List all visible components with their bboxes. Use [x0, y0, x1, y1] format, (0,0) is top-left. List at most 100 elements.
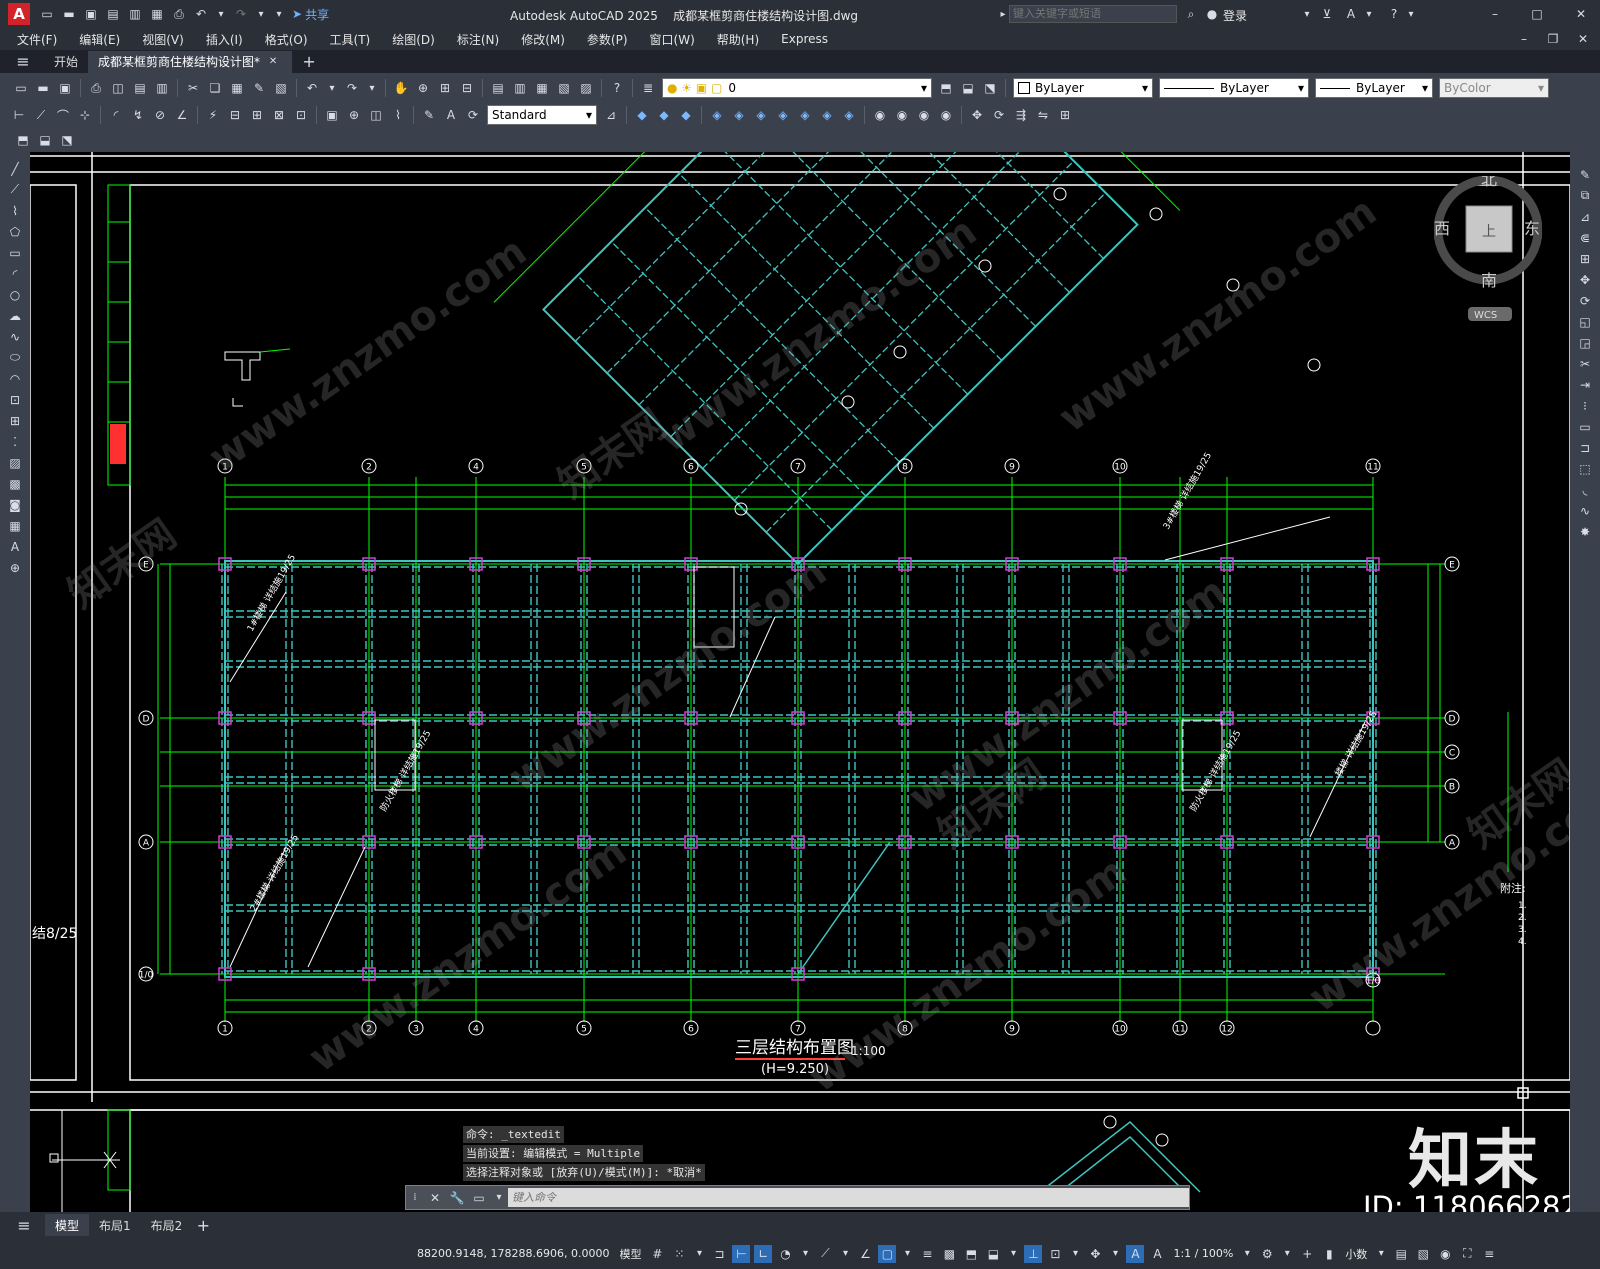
preview-icon[interactable]: ◫ [109, 79, 127, 97]
move-icon[interactable]: ✥ [1576, 270, 1594, 289]
login-button[interactable]: 登录 [1223, 7, 1247, 24]
tab-close-icon[interactable]: ✕ [266, 53, 280, 71]
help-icon[interactable]: ? [1385, 5, 1403, 23]
units-value[interactable]: 小数 [1345, 1246, 1367, 1262]
polar-dropdown-icon[interactable]: ▾ [798, 1245, 812, 1263]
mtext-icon[interactable]: A [6, 537, 24, 556]
doc-close-icon[interactable]: ✕ [1574, 30, 1592, 48]
layer-states-icon[interactable]: ▥ [153, 79, 171, 97]
chamfer-icon[interactable]: ⬚ [1576, 459, 1594, 478]
isolate-objects-icon[interactable]: ◉ [1436, 1245, 1454, 1263]
ellipse-arc-icon[interactable]: ◠ [6, 369, 24, 388]
transparency-icon[interactable]: ▩ [940, 1245, 958, 1263]
table-icon[interactable]: ▦ [6, 516, 24, 535]
trim-icon[interactable]: ✂ [1576, 354, 1594, 373]
dim-angular-icon[interactable]: ∠ [173, 106, 191, 124]
blend-icon[interactable]: ∿ [1576, 501, 1594, 520]
rotate-icon[interactable]: ⟳ [1576, 291, 1594, 310]
dim-ordinate-icon[interactable]: ⊹ [76, 106, 94, 124]
dim-edit-icon[interactable]: ✎ [420, 106, 438, 124]
menu-express[interactable]: Express [781, 32, 828, 46]
add-selected-icon[interactable]: ⊕ [6, 558, 24, 577]
erase-icon[interactable]: ✎ [1576, 165, 1594, 184]
snap-dropdown-icon[interactable]: ▾ [692, 1245, 706, 1263]
pan-icon[interactable]: ✋ [392, 79, 410, 97]
make-current-icon[interactable]: ⬒ [937, 79, 955, 97]
model-space-button[interactable]: 模型 [619, 1246, 641, 1262]
modeling-extrude-icon[interactable]: ◈ [708, 106, 726, 124]
dim-jogged-icon[interactable]: ↯ [129, 106, 147, 124]
gizmo-icon[interactable]: ✥ [1086, 1245, 1104, 1263]
point-icon[interactable]: ⁚ [6, 432, 24, 451]
arc-icon[interactable]: ◜ [6, 264, 24, 283]
polygon-icon[interactable]: ⬠ [6, 222, 24, 241]
rotate3d-icon[interactable]: ⟳ [990, 106, 1008, 124]
line-icon[interactable]: ╱ [6, 159, 24, 178]
grid-icon[interactable]: # [648, 1245, 666, 1263]
zoom-window-icon[interactable]: ⊞ [436, 79, 454, 97]
rectangle-icon[interactable]: ▭ [6, 243, 24, 262]
explode-icon[interactable]: ✸ [1576, 522, 1594, 541]
qat-customize-icon[interactable]: ▾ [272, 5, 286, 23]
inspection-icon[interactable]: ◫ [367, 106, 385, 124]
modeling-subtract-icon[interactable]: ◈ [840, 106, 858, 124]
stretch-icon[interactable]: ◲ [1576, 333, 1594, 352]
workspace-switch-icon[interactable]: ⚙ [1258, 1245, 1276, 1263]
center-mark-icon[interactable]: ⊕ [345, 106, 363, 124]
annotation-visibility-icon[interactable]: A [1126, 1244, 1145, 1263]
drawing-canvas[interactable]: 结8/25 1#楼梯 详结施19/25 2#楼梯 详结施19/25 3#楼梯 详结施… [30, 152, 1570, 1212]
menu-tools[interactable]: 工具(T) [330, 31, 371, 48]
scale-icon[interactable]: ◱ [1576, 312, 1594, 331]
make-block-icon[interactable]: ⊞ [6, 411, 24, 430]
markup-icon[interactable]: ▨ [577, 79, 595, 97]
dim-diameter-icon[interactable]: ⊘ [151, 106, 169, 124]
insert-block-icon[interactable]: ⊡ [6, 390, 24, 409]
undo-list-icon[interactable]: ▾ [325, 79, 339, 97]
menu-file[interactable]: 文件(F) [17, 31, 57, 48]
lineweight-toggle-icon[interactable]: ≡ [918, 1245, 936, 1263]
fillet-icon[interactable]: ◟ [1576, 480, 1594, 499]
maximize-icon[interactable]: □ [1528, 5, 1546, 23]
open-folder-icon[interactable]: ▬ [60, 5, 78, 23]
menu-parametric[interactable]: 参数(P) [587, 31, 628, 48]
tab-start[interactable]: 开始 [44, 51, 88, 73]
menu-format[interactable]: 格式(O) [265, 31, 308, 48]
add-layout-icon[interactable]: + [194, 1216, 212, 1235]
dim-text-edit-icon[interactable]: A [442, 106, 460, 124]
linetype-dropdown[interactable]: ByLayer ▾ [1159, 78, 1309, 98]
lock-ui-icon[interactable]: ▧ [1414, 1245, 1432, 1263]
menu-view[interactable]: 视图(V) [142, 31, 184, 48]
tab-drawing[interactable]: 成都某框剪商住楼结构设计图* ✕ [88, 50, 293, 73]
layer-dropdown[interactable]: ● ☀ ▣ ▢ 0 ▾ [662, 78, 932, 98]
jogged-linear-icon[interactable]: ⌇ [389, 106, 407, 124]
redo-dropdown-icon[interactable]: ▾ [254, 5, 268, 23]
publish-icon[interactable]: ▤ [131, 79, 149, 97]
open-icon[interactable]: ▬ [34, 79, 52, 97]
annotation-scale[interactable]: 1:1 / 100% [1173, 1247, 1233, 1260]
object-snap-tracking-icon[interactable]: ∠ [856, 1245, 874, 1263]
visual-style-4-icon[interactable]: ◉ [937, 106, 955, 124]
tab-layout1[interactable]: 布局1 [89, 1214, 141, 1236]
save-icon[interactable]: ▣ [82, 5, 100, 23]
share-button[interactable]: ➤ 共享 [292, 6, 329, 23]
plot-icon[interactable]: ⎙ [87, 79, 105, 97]
construction-line-icon[interactable]: ⟋ [6, 180, 24, 199]
copy-object-icon[interactable]: ⧉ [1576, 186, 1594, 205]
modeling-cone-icon[interactable]: ◆ [677, 106, 695, 124]
3d-osnap-dropdown-icon[interactable]: ▾ [1006, 1245, 1020, 1263]
units-dropdown-icon[interactable]: ▾ [1374, 1245, 1388, 1263]
open-web-icon[interactable]: ▥ [126, 5, 144, 23]
new-tab-icon[interactable]: + [300, 52, 318, 71]
plotstyle-dropdown[interactable]: ByColor ▾ [1439, 78, 1549, 98]
tool-palettes-icon[interactable]: ▦ [533, 79, 551, 97]
extend-icon[interactable]: ⇥ [1576, 375, 1594, 394]
a360-dropdown-icon[interactable]: ▾ [1362, 5, 1376, 23]
app-menu-icon[interactable]: ≡ [14, 52, 32, 71]
polar-icon[interactable]: ◔ [776, 1245, 794, 1263]
infer-constraints-icon[interactable]: ⊐ [710, 1245, 728, 1263]
tolerance-icon[interactable]: ▣ [323, 106, 341, 124]
redo-toolbar-icon[interactable]: ↷ [343, 79, 361, 97]
modeling-union-icon[interactable]: ◈ [818, 106, 836, 124]
print-icon[interactable]: ⎙ [170, 5, 188, 23]
layer-properties-icon[interactable]: ≣ [639, 79, 657, 97]
